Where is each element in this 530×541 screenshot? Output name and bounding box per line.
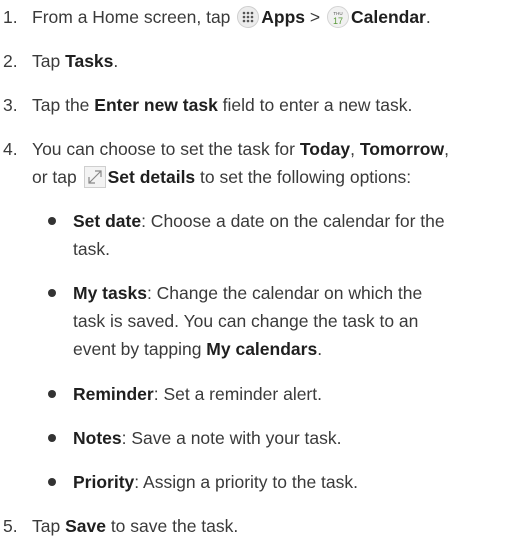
bullet-text: Reminder: Set a reminder alert. <box>73 381 523 407</box>
apps-label: Apps <box>261 7 306 27</box>
expand-icon <box>83 166 106 195</box>
step-text-part: or tap <box>32 167 82 187</box>
bullet-text: Priority: Assign a priority to the task. <box>73 469 523 495</box>
step-text-part: . <box>113 51 119 71</box>
bullet-line: task. <box>73 239 110 259</box>
step-text-part: From a Home screen, tap <box>32 7 236 27</box>
bullet-term: Priority <box>73 472 135 492</box>
bullet-line: : Assign a priority to the task. <box>134 472 358 492</box>
step-text-part: field to enter a new task. <box>217 95 413 115</box>
bullet-line-part: event by tapping <box>73 339 207 359</box>
bullet-line: : Change the calendar on which the <box>146 283 423 303</box>
save-label: Save <box>65 516 106 536</box>
step-text-part: Tap <box>32 516 66 536</box>
step-text-part: to save the task. <box>105 516 239 536</box>
set-details-label: Set details <box>107 167 196 187</box>
step-text-part: Tap the <box>32 95 95 115</box>
step-text: Tap the Enter new task field to enter a … <box>32 92 527 118</box>
bullet-dot <box>48 478 56 486</box>
step-text-part: You can choose to set the task for <box>32 139 300 159</box>
bullet-line: : Choose a date on the calendar for the <box>141 211 445 231</box>
bullet-term: Set date <box>73 211 142 231</box>
bullet-line: : Save a note with your task. <box>121 428 342 448</box>
today-label: Today <box>299 139 351 159</box>
bullet-text: Set date: Choose a date on the calendar … <box>73 208 523 234</box>
step-text: Tap Save to save the task. <box>32 513 527 539</box>
separator: > <box>305 7 325 27</box>
step-text-part: Tap <box>32 51 66 71</box>
tomorrow-label: Tomorrow <box>359 139 445 159</box>
bullet-term: Reminder <box>73 384 154 404</box>
instructions-page: 1. From a Home screen, tap Apps > THU 17 C… <box>0 0 530 541</box>
step-text: or tap Set details to set the following … <box>32 164 527 195</box>
bullet-text: Notes: Save a note with your task. <box>73 425 523 451</box>
bullet-dot <box>48 390 56 398</box>
step-text: From a Home screen, tap Apps > THU 17 Cale… <box>32 4 527 35</box>
enter-new-task-label: Enter new task <box>94 95 218 115</box>
bullet-line: task is saved. You can change the task t… <box>73 311 419 331</box>
step-text-part: . <box>425 7 431 27</box>
bullet-dot <box>48 217 56 225</box>
calendar-icon: THU 17 <box>326 6 349 35</box>
calendar-icon-date: 17 <box>333 16 343 26</box>
tasks-label: Tasks <box>65 51 114 71</box>
bullet-dot <box>48 289 56 297</box>
apps-icon <box>237 6 260 35</box>
step-text-part: , <box>444 139 449 159</box>
step-text: You can choose to set the task for Today… <box>32 136 527 162</box>
bullet-line: : Set a reminder alert. <box>153 384 322 404</box>
bullet-term: My tasks <box>73 283 147 303</box>
bullet-text: My tasks: Change the calendar on which t… <box>73 280 523 306</box>
step-text: Tap Tasks. <box>32 48 527 74</box>
bullet-line-part: . <box>317 339 323 359</box>
my-calendars-label: My calendars <box>206 339 318 359</box>
step-number: 2. <box>3 51 18 71</box>
step-text-part: , <box>350 139 360 159</box>
step-number: 4. <box>3 139 18 159</box>
bullet-term: Notes <box>73 428 122 448</box>
bullet-line: event by tapping My calendars. <box>73 336 523 362</box>
step-number: 1. <box>3 7 18 27</box>
step-number: 5. <box>3 516 18 536</box>
calendar-label: Calendar <box>350 7 426 27</box>
step-number: 3. <box>3 95 18 115</box>
bullet-dot <box>48 434 56 442</box>
step-text-part: to set the following options: <box>195 167 412 187</box>
